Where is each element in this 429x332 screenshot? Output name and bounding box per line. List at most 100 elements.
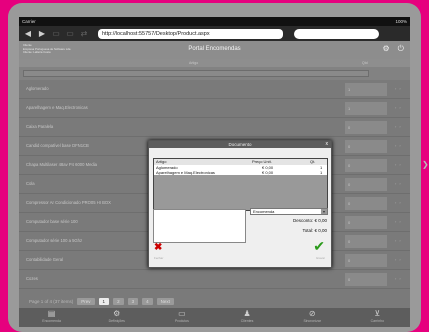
bookmarks-icon[interactable]: ▭ bbox=[51, 29, 61, 39]
product-name: Computador base série 100 bbox=[26, 219, 78, 224]
filter-input[interactable] bbox=[23, 70, 369, 77]
quantity-stepper[interactable]: ‹› bbox=[395, 219, 404, 224]
document-dialog: Documento x Artigo Preço Unit. Qt. Aglom… bbox=[148, 140, 332, 268]
gear-icon: ⚙ bbox=[113, 309, 121, 318]
document-icon: ▤ bbox=[47, 309, 56, 318]
product-row[interactable]: Aparelhagem e Maq.Electronicas 1 ‹› bbox=[19, 99, 410, 118]
settings-icon[interactable]: ⚙ bbox=[383, 44, 390, 54]
line-qt: 1 bbox=[320, 170, 323, 175]
pager-next-button[interactable]: Next bbox=[156, 297, 174, 305]
back-icon[interactable]: ◀ bbox=[23, 29, 33, 39]
quantity-stepper[interactable]: ‹› bbox=[395, 200, 404, 205]
pager: Page 1 of 4 (37 items) Prev 1 2 3 4 Next bbox=[19, 294, 410, 308]
dialog-title: Documento x bbox=[149, 141, 331, 148]
column-header: Artigo Qtd bbox=[19, 59, 410, 67]
column-qty: Qtd bbox=[362, 61, 368, 65]
forward-icon[interactable]: ▶ bbox=[37, 29, 47, 39]
quantity-stepper[interactable]: ‹› bbox=[395, 162, 404, 167]
quantity-input[interactable]: 0 bbox=[345, 197, 387, 210]
pager-prev-button[interactable]: Prev bbox=[77, 297, 95, 305]
quantity-stepper[interactable]: ‹› bbox=[395, 124, 404, 129]
quantity-input[interactable]: 1 bbox=[345, 83, 387, 96]
product-name: Chapa Multilaser 48av P4 6000 Media bbox=[26, 162, 97, 167]
confirm-label: Gravar bbox=[315, 256, 325, 260]
cart-icon: ⊻ bbox=[374, 309, 381, 318]
toolbar-carrinho-button[interactable]: ⊻ Carrinho bbox=[347, 308, 407, 327]
quantity-input[interactable]: 0 bbox=[345, 159, 387, 172]
device-side-arrow: ❯ bbox=[422, 160, 429, 169]
product-name: Candid compatível base DFN1CB bbox=[26, 143, 89, 148]
chevron-down-icon: ▼ bbox=[321, 209, 327, 214]
toolbar-clientes-button[interactable]: ♟ Clientes bbox=[217, 308, 277, 327]
pager-page-button[interactable]: 1 bbox=[98, 297, 110, 305]
product-name: Cola bbox=[26, 181, 35, 186]
quantity-input[interactable]: 0 bbox=[345, 273, 387, 286]
product-row[interactable]: Caixa Paralela 0 ‹› bbox=[19, 118, 410, 137]
notes-textarea[interactable] bbox=[153, 209, 246, 243]
product-row[interactable]: Cozes 0 ‹› bbox=[19, 270, 410, 289]
cancel-icon[interactable]: ✖ bbox=[154, 243, 162, 253]
header-icons: ⚙ ⏻ bbox=[383, 44, 405, 54]
quantity-stepper[interactable]: ‹› bbox=[395, 86, 404, 91]
browser-search-field[interactable] bbox=[294, 28, 379, 39]
tabs-icon[interactable]: ▭ bbox=[65, 29, 75, 39]
toolbar-label: Encomenda bbox=[42, 319, 61, 323]
product-name: Compressor Ar Condicionado PRO05 HI BOX bbox=[26, 200, 111, 205]
document-type-select[interactable]: Encomenda ▼ bbox=[250, 208, 328, 215]
quantity-stepper[interactable]: ‹› bbox=[395, 105, 404, 110]
column-product: Artigo bbox=[189, 61, 199, 65]
quantity-input[interactable]: 0 bbox=[345, 216, 387, 229]
quantity-input[interactable]: 1 bbox=[345, 102, 387, 115]
status-bar: Carrier 100% bbox=[19, 17, 410, 26]
document-lines-table: Artigo Preço Unit. Qt. Aglomerado € 0,00… bbox=[153, 158, 328, 211]
product-name: Caixa Paralela bbox=[26, 124, 54, 129]
product-name: Aglomerado bbox=[26, 86, 49, 91]
quantity-input[interactable]: 0 bbox=[345, 235, 387, 248]
discount-label: Desconto: € 0,00 bbox=[292, 218, 327, 223]
page-title: Portal Encomendas bbox=[188, 46, 241, 52]
box-icon: ▭ bbox=[178, 309, 186, 318]
cancel-label: Fechar bbox=[154, 256, 164, 260]
line-preco: € 0,00 bbox=[262, 170, 274, 175]
logout-icon[interactable]: ⏻ bbox=[398, 44, 404, 54]
url-field[interactable]: http://localhost:55757/Desktop/Product.a… bbox=[98, 28, 283, 39]
quantity-stepper[interactable]: ‹› bbox=[395, 181, 404, 186]
share-icon[interactable]: ⇄ bbox=[79, 29, 89, 39]
toolbar-produtos-button[interactable]: ▭ Produtos bbox=[152, 308, 212, 327]
product-row[interactable]: Aglomerado 1 ‹› bbox=[19, 80, 410, 99]
product-name: Aparelhagem e Maq.Electronicas bbox=[26, 105, 88, 110]
bottom-toolbar: ▤ Encomenda ⚙ Definições ▭ Produtos ♟ Cl… bbox=[19, 308, 410, 327]
toolbar-sincronizar-button[interactable]: ⊘ Sincronizar bbox=[282, 308, 342, 327]
line-artigo: Aparelhagem e Maq.Electronicas bbox=[156, 170, 215, 175]
pager-page-button[interactable]: 3 bbox=[127, 297, 139, 305]
quantity-stepper[interactable]: ‹› bbox=[395, 276, 404, 281]
screen: Carrier 100% ◀ ▶ ▭ ▭ ⇄ http://localhost:… bbox=[19, 17, 410, 327]
toolbar-label: Definições bbox=[108, 319, 125, 323]
quantity-input[interactable]: 0 bbox=[345, 178, 387, 191]
document-line[interactable]: Aparelhagem e Maq.Electronicas € 0,00 1 bbox=[154, 170, 327, 175]
quantity-stepper[interactable]: ‹› bbox=[395, 238, 404, 243]
quantity-input[interactable]: 0 bbox=[345, 121, 387, 134]
close-icon[interactable]: x bbox=[326, 141, 329, 148]
pager-page-button[interactable]: 2 bbox=[113, 297, 124, 305]
quantity-stepper[interactable]: ‹› bbox=[395, 143, 404, 148]
quantity-input[interactable]: 0 bbox=[345, 140, 387, 153]
filter-row bbox=[19, 67, 410, 80]
product-name: Computador série 100 a 5Ghz bbox=[26, 238, 83, 243]
toolbar-definicoes-button[interactable]: ⚙ Definições bbox=[87, 308, 147, 327]
battery-label: 100% bbox=[395, 19, 407, 24]
quantity-stepper[interactable]: ‹› bbox=[395, 257, 404, 262]
document-type-value: Encomenda bbox=[253, 209, 275, 214]
confirm-check-icon[interactable]: ✔ bbox=[313, 239, 325, 253]
app-header: Cliente Empresa Portuguesa de Software L… bbox=[19, 41, 410, 59]
sync-icon: ⊘ bbox=[308, 309, 316, 318]
pager-summary: Page 1 of 4 (37 items) bbox=[29, 298, 74, 304]
product-name: Contabilidade Geral bbox=[26, 257, 64, 262]
total-label: Total: € 0,00 bbox=[302, 228, 327, 233]
browser-bar: ◀ ▶ ▭ ▭ ⇄ http://localhost:55757/Desktop… bbox=[19, 26, 410, 41]
toolbar-encomenda-button[interactable]: ▤ Encomenda bbox=[22, 308, 82, 327]
carrier-label: Carrier bbox=[22, 19, 36, 24]
toolbar-label: Clientes bbox=[240, 319, 254, 323]
pager-page-button[interactable]: 4 bbox=[142, 297, 153, 305]
quantity-input[interactable]: 0 bbox=[345, 254, 387, 267]
